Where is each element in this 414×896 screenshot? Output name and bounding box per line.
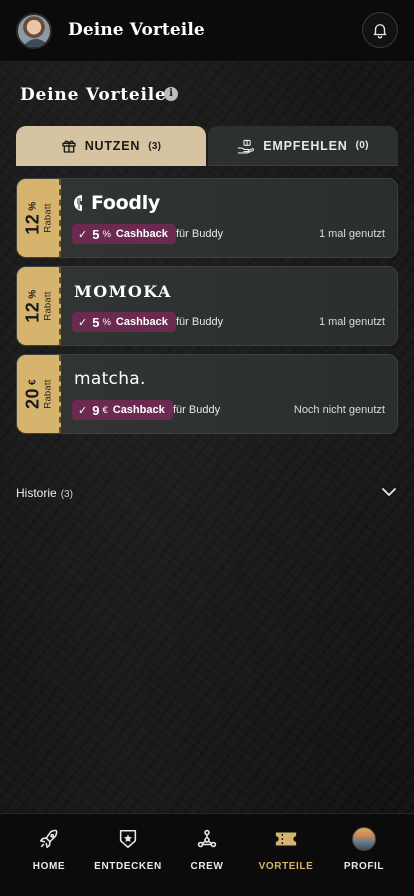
cashback-label: Cashback xyxy=(112,404,165,416)
check-icon: ✓ xyxy=(78,316,88,329)
cashback-badge: ✓ 5 % Cashback xyxy=(72,312,176,332)
nav-crew[interactable]: CREW xyxy=(167,826,247,872)
cashback-unit: % xyxy=(102,316,111,328)
discount-value: 20 xyxy=(22,388,43,410)
usage-status: Noch nicht genutzt xyxy=(293,404,385,416)
cashback-label: Cashback xyxy=(115,228,168,240)
notifications-button[interactable] xyxy=(362,12,398,48)
tab-empfehlen-label: EMPFEHLEN xyxy=(263,138,348,153)
tab-empfehlen-count: (0) xyxy=(355,140,369,151)
check-icon: ✓ xyxy=(78,404,88,417)
rocket-icon xyxy=(36,826,62,852)
network-icon xyxy=(194,826,220,852)
brand-logo-momoka: MOMOKA xyxy=(74,281,172,301)
discount-label: Rabatt xyxy=(42,203,54,233)
tab-nutzen-label: NUTZEN xyxy=(84,139,141,153)
offer-card-matcha[interactable]: 20 € Rabatt matcha. ✓ 9 € Cashback für Bu… xyxy=(16,354,398,434)
user-avatar[interactable] xyxy=(16,13,52,49)
avatar-shoulders xyxy=(22,39,50,47)
tab-nutzen-count: (3) xyxy=(148,140,162,152)
history-toggle[interactable]: Historie (3) xyxy=(16,486,73,500)
header-title: Deine Vorteile xyxy=(68,20,205,40)
cashback-value: 5 xyxy=(92,314,100,330)
star-shield-icon xyxy=(115,826,141,852)
brand-logo-matcha: matcha. xyxy=(74,369,146,389)
cashback-badge: ✓ 5 % Cashback xyxy=(72,224,176,244)
cashback-unit: % xyxy=(102,228,111,240)
usage-status: 1 mal genutzt xyxy=(318,228,385,240)
nav-profil-label: PROFIL xyxy=(343,861,385,872)
ticket-icon xyxy=(273,826,299,852)
discount-unit: % xyxy=(27,201,39,211)
bell-icon xyxy=(373,24,387,39)
page-title: Deine Vorteile xyxy=(20,85,167,105)
nav-home[interactable]: HOME xyxy=(9,826,89,872)
bottom-navigation: HOME ENTDECKEN CREW VORTEILE PROFIL xyxy=(0,813,414,896)
nav-vorteile-label: VORTEILE xyxy=(258,861,314,872)
tab-empfehlen[interactable]: EMPFEHLEN (0) xyxy=(208,126,398,166)
profile-picture xyxy=(351,826,377,852)
gift-icon xyxy=(62,140,76,153)
brand-name: Foodly xyxy=(91,192,161,214)
nav-entdecken-label: ENTDECKEN xyxy=(94,861,162,872)
cashback-label: Cashback xyxy=(115,316,168,328)
discount-unit: € xyxy=(27,378,39,386)
discount-stub: 20 € Rabatt xyxy=(17,355,61,433)
foodly-logo-icon xyxy=(74,195,82,211)
buddy-label: für Buddy xyxy=(176,228,224,240)
nav-vorteile[interactable]: VORTEILE xyxy=(246,826,326,872)
cashback-value: 9 xyxy=(92,402,100,418)
discount-stub: 12% Rabatt xyxy=(17,267,61,345)
nav-entdecken[interactable]: ENTDECKEN xyxy=(88,826,168,872)
offer-card-momoka[interactable]: 12% Rabatt MOMOKA ✓ 5 % Cashback für Bud… xyxy=(16,266,398,346)
cashback-value: 5 xyxy=(92,226,100,242)
discount-stub: 12% Rabatt xyxy=(17,179,61,257)
info-icon[interactable]: i xyxy=(164,87,178,101)
nav-crew-label: CREW xyxy=(190,861,224,872)
buddy-label: für Buddy xyxy=(176,316,224,328)
discount-unit: % xyxy=(27,289,39,299)
cashback-unit: € xyxy=(102,404,108,416)
offer-card-foodly[interactable]: 12% Rabatt Foodly ✓ 5 % Cashback für Bud… xyxy=(16,178,398,258)
discount-label: Rabatt xyxy=(42,379,54,409)
buddy-label: für Buddy xyxy=(173,404,221,416)
history-count: (3) xyxy=(60,489,73,500)
check-icon: ✓ xyxy=(78,228,88,241)
top-bar: Deine Vorteile xyxy=(0,0,414,62)
nav-home-label: HOME xyxy=(32,861,66,872)
discount-value: 12 xyxy=(22,301,43,323)
chevron-down-icon[interactable] xyxy=(380,484,398,500)
discount-label: Rabatt xyxy=(42,291,54,321)
history-label: Historie xyxy=(16,486,57,500)
usage-status: 1 mal genutzt xyxy=(318,316,385,328)
tab-nutzen[interactable]: NUTZEN (3) xyxy=(16,126,206,166)
brand-logo-foodly: Foodly xyxy=(74,192,160,214)
hand-gift-icon xyxy=(238,139,255,153)
nav-profil[interactable]: PROFIL xyxy=(324,826,404,872)
discount-value: 12 xyxy=(22,213,43,235)
cashback-badge: ✓ 9 € Cashback xyxy=(72,400,173,420)
